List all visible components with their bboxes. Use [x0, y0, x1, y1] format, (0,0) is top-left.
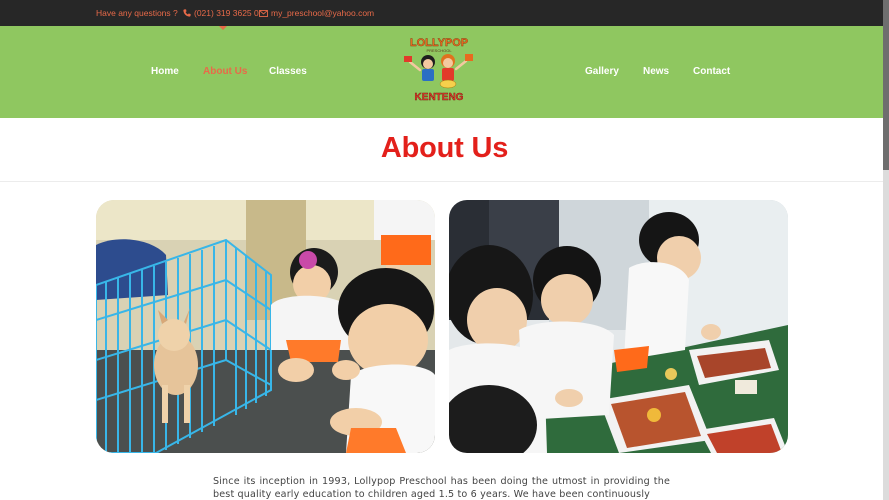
about-intro-paragraph: Since its inception in 1993, Lollypop Pr… [213, 476, 670, 500]
nav-news[interactable]: News [643, 66, 669, 77]
top-contact-bar: Have any questions ? (021) 319 3625 0 my… [0, 0, 889, 26]
email-address: my_preschool@yahoo.com [271, 8, 375, 18]
main-header: Home About Us Classes LOLLYPOP PRESCHOOL… [0, 26, 889, 118]
nav-home[interactable]: Home [151, 66, 179, 77]
page-scrollbar[interactable] [883, 0, 889, 500]
page-title-band: About Us [0, 118, 889, 182]
lollypop-logo[interactable]: LOLLYPOP PRESCHOOL KENTENG [398, 32, 480, 103]
phone-number: (021) 319 3625 0 [194, 8, 259, 18]
nav-gallery[interactable]: Gallery [585, 66, 619, 77]
phone-icon [183, 9, 191, 17]
nav-contact[interactable]: Contact [693, 66, 730, 77]
nav-classes[interactable]: Classes [269, 66, 307, 77]
page-title: About Us [380, 132, 509, 164]
active-nav-caret [219, 26, 227, 30]
scrollbar-thumb[interactable] [883, 0, 889, 170]
email-contact[interactable]: my_preschool@yahoo.com [259, 8, 374, 18]
photo-children-painting [449, 200, 788, 453]
phone-contact[interactable]: (021) 319 3625 0 [183, 8, 259, 18]
svg-text:PRESCHOOL: PRESCHOOL [426, 48, 452, 53]
photo-children-with-puppy [96, 200, 435, 453]
envelope-icon [259, 10, 268, 17]
nav-about-us[interactable]: About Us [203, 66, 247, 77]
questions-text: Have any questions ? [96, 8, 178, 18]
svg-text:KENTENG: KENTENG [415, 92, 464, 102]
